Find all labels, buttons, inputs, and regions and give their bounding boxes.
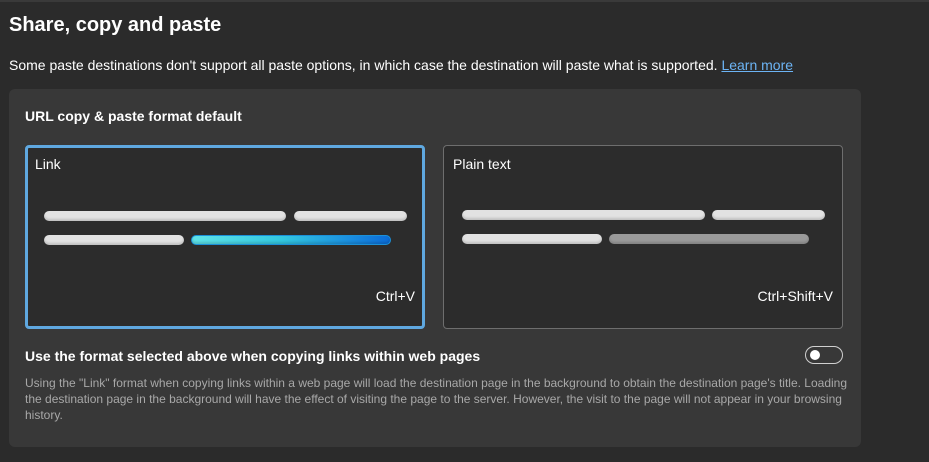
top-divider [0, 0, 929, 2]
link-preview-bar [191, 235, 391, 245]
toggle-knob [810, 350, 820, 360]
learn-more-link[interactable]: Learn more [721, 57, 793, 73]
within-pages-help-text: Using the "Link" format when copying lin… [25, 376, 848, 422]
page-title: Share, copy and paste [9, 14, 222, 36]
within-pages-toggle[interactable] [805, 346, 843, 364]
preview-bar [294, 211, 407, 221]
preview-bar [712, 210, 825, 220]
preview-bar [462, 234, 602, 244]
page-description: Some paste destinations don't support al… [9, 57, 793, 73]
settings-card: URL copy & paste format default Link Ctr… [9, 89, 861, 447]
preview-bar [44, 211, 286, 221]
url-format-heading: URL copy & paste format default [25, 108, 242, 124]
plain-text-option-label: Plain text [453, 156, 511, 172]
within-pages-label: Use the format selected above when copyi… [25, 348, 481, 364]
link-format-option[interactable]: Link Ctrl+V [25, 145, 425, 329]
description-text: Some paste destinations don't support al… [9, 57, 718, 73]
link-shortcut: Ctrl+V [375, 288, 415, 304]
plain-preview-bar [609, 234, 809, 244]
link-option-label: Link [35, 156, 61, 172]
plain-text-shortcut: Ctrl+Shift+V [757, 288, 833, 304]
preview-bar [44, 235, 184, 245]
plain-text-format-option[interactable]: Plain text Ctrl+Shift+V [443, 145, 843, 329]
preview-bar [462, 210, 705, 220]
